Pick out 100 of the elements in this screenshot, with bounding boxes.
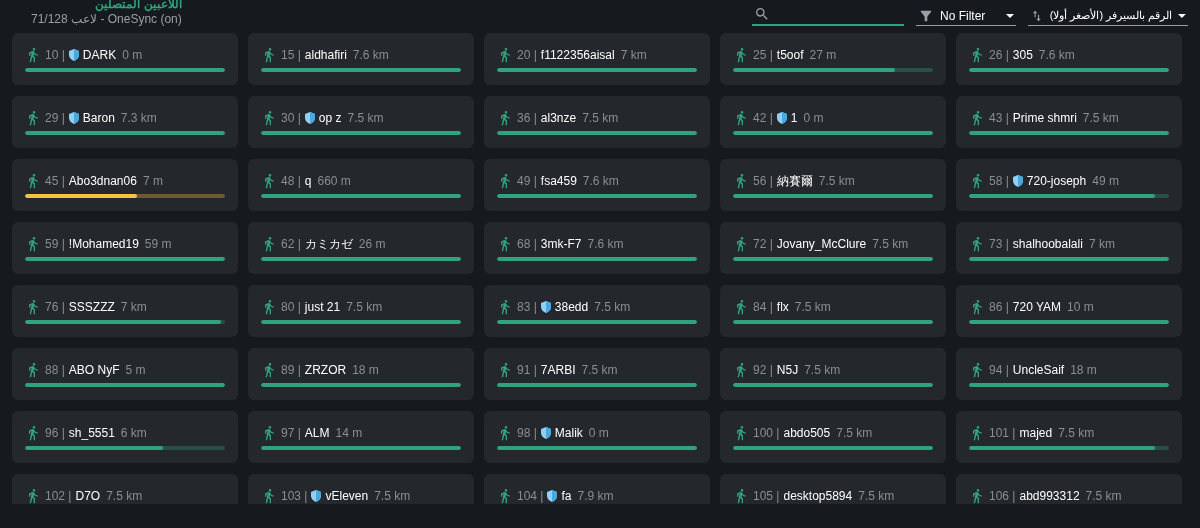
player-card[interactable]: 56 | 納賽爾 7.5 km <box>720 159 946 211</box>
player-card[interactable]: 88 | ABO NyF 5 m <box>12 348 238 400</box>
player-id: 72 | <box>753 237 773 251</box>
player-card[interactable]: 26 | 305 7.6 km <box>956 33 1182 85</box>
player-distance: 7.3 km <box>120 111 157 125</box>
player-card[interactable]: 20 | f1122356aisal 7 km <box>484 33 710 85</box>
player-card[interactable]: 62 | カミカゼ 26 m <box>248 222 474 274</box>
player-distance: 0 m <box>803 111 824 125</box>
player-card[interactable]: 76 | SSSZZZ 7 km <box>12 285 238 337</box>
player-card[interactable]: 104 | fa 7.9 km <box>484 474 710 504</box>
player-id: 106 | <box>989 489 1016 503</box>
player-card[interactable]: 43 | Prime shmri 7.5 km <box>956 96 1182 148</box>
player-distance: 10 m <box>1067 300 1094 314</box>
player-distance: 27 m <box>809 48 837 62</box>
player-id: 89 | <box>281 363 301 377</box>
player-name: vEleven <box>325 489 369 503</box>
filter-dropdown[interactable]: No Filter <box>916 6 1016 26</box>
player-id: 30 | <box>281 111 301 125</box>
player-id: 45 | <box>45 174 65 188</box>
player-id: 10 | <box>45 48 65 62</box>
player-card[interactable]: 25 | t5oof 27 m <box>720 33 946 85</box>
player-name: Jovany_McClure <box>776 237 867 251</box>
player-distance: 7.5 km <box>1058 426 1095 440</box>
player-id: 103 | <box>281 489 308 503</box>
player-card[interactable]: 86 | 720 YAM 10 m <box>956 285 1182 337</box>
player-name: DARK <box>82 48 117 62</box>
player-name: !Mohamed19 <box>68 237 139 251</box>
player-name: UncleSaif <box>1012 363 1065 377</box>
search-icon <box>754 6 770 22</box>
player-id: 100 | <box>753 426 780 440</box>
player-card[interactable]: 101 | majed 7.5 km <box>956 411 1182 463</box>
player-card[interactable]: 42 | 1 0 m <box>720 96 946 148</box>
player-card[interactable]: 68 | 3mk-F7 7.6 km <box>484 222 710 274</box>
player-card[interactable]: 84 | flx 7.5 km <box>720 285 946 337</box>
player-card[interactable]: 102 | D7O 7.5 km <box>12 474 238 504</box>
player-card[interactable]: 105 | desktop5894 7.5 km <box>720 474 946 504</box>
player-id: 59 | <box>45 237 65 251</box>
player-id: 91 | <box>517 363 537 377</box>
player-name: ABO NyF <box>68 363 120 377</box>
player-card[interactable]: 10 | DARK 0 m <box>12 33 238 85</box>
player-card[interactable]: 94 | UncleSaif 18 m <box>956 348 1182 400</box>
player-distance: 14 m <box>335 426 363 440</box>
player-card[interactable]: 91 | 7ARBI 7.5 km <box>484 348 710 400</box>
caret-icon <box>1006 13 1014 18</box>
sort-dropdown[interactable]: الرقم بالسيرفر (الأصغر أولا) <box>1028 6 1188 26</box>
player-card[interactable]: 29 | Baron 7.3 km <box>12 96 238 148</box>
player-card[interactable]: 45 | Abo3dnan06 7 m <box>12 159 238 211</box>
player-id: 48 | <box>281 174 301 188</box>
player-distance: 7.6 km <box>352 48 389 62</box>
player-name: ZRZOR <box>304 363 347 377</box>
player-card[interactable]: 72 | Jovany_McClure 7.5 km <box>720 222 946 274</box>
player-id: 15 | <box>281 48 301 62</box>
player-id: 26 | <box>989 48 1009 62</box>
player-card[interactable]: 59 | !Mohamed19 59 m <box>12 222 238 274</box>
player-name: 納賽爾 <box>776 172 813 190</box>
player-distance: 7 km <box>1088 237 1115 251</box>
player-id: 56 | <box>753 174 773 188</box>
player-name: al3nze <box>540 111 577 125</box>
player-name: N5J <box>776 363 799 377</box>
player-distance: 7.6 km <box>1038 48 1075 62</box>
player-card[interactable]: 49 | fsa459 7.6 km <box>484 159 710 211</box>
player-card[interactable]: 89 | ZRZOR 18 m <box>248 348 474 400</box>
player-name: op z <box>318 111 342 125</box>
player-distance: 7.9 km <box>577 489 614 503</box>
player-card[interactable]: 15 | aldhafiri 7.6 km <box>248 33 474 85</box>
player-id: 84 | <box>753 300 773 314</box>
player-distance: 7.5 km <box>582 111 619 125</box>
player-card[interactable]: 96 | sh_5551 6 km <box>12 411 238 463</box>
player-distance: 7.5 km <box>594 300 631 314</box>
player-card[interactable]: 92 | N5J 7.5 km <box>720 348 946 400</box>
player-card[interactable]: 48 | q 660 m <box>248 159 474 211</box>
player-card[interactable]: 30 | op z 7.5 km <box>248 96 474 148</box>
player-distance: 7.5 km <box>106 489 143 503</box>
player-id: 43 | <box>989 111 1009 125</box>
player-distance: 7.5 km <box>836 426 873 440</box>
player-name: flx <box>776 300 789 314</box>
player-card[interactable]: 106 | abd993312 7.5 km <box>956 474 1182 504</box>
player-id: 94 | <box>989 363 1009 377</box>
player-card[interactable]: 73 | shalhoobalali 7 km <box>956 222 1182 274</box>
player-name: just 21 <box>304 300 341 314</box>
player-id: 68 | <box>517 237 537 251</box>
player-name: t5oof <box>776 48 804 62</box>
player-card[interactable]: 80 | just 21 7.5 km <box>248 285 474 337</box>
player-card[interactable]: 83 | 38edd 7.5 km <box>484 285 710 337</box>
player-count: 71/128 لاعب - OneSync (on) <box>31 12 182 26</box>
player-id: 102 | <box>45 489 72 503</box>
player-card[interactable]: 100 | abdo505 7.5 km <box>720 411 946 463</box>
player-name: 305 <box>1012 48 1033 62</box>
player-distance: 7 km <box>620 48 647 62</box>
player-id: 36 | <box>517 111 537 125</box>
player-card[interactable]: 58 | 720-joseph 49 m <box>956 159 1182 211</box>
player-name: SSSZZZ <box>68 300 115 314</box>
player-id: 96 | <box>45 426 65 440</box>
player-distance: 49 m <box>1092 174 1119 188</box>
player-card[interactable]: 103 | vEleven 7.5 km <box>248 474 474 504</box>
player-card[interactable]: 98 | Malik 0 m <box>484 411 710 463</box>
player-id: 104 | <box>517 489 544 503</box>
player-card[interactable]: 97 | ALM 14 m <box>248 411 474 463</box>
player-name: D7O <box>75 489 101 503</box>
player-card[interactable]: 36 | al3nze 7.5 km <box>484 96 710 148</box>
